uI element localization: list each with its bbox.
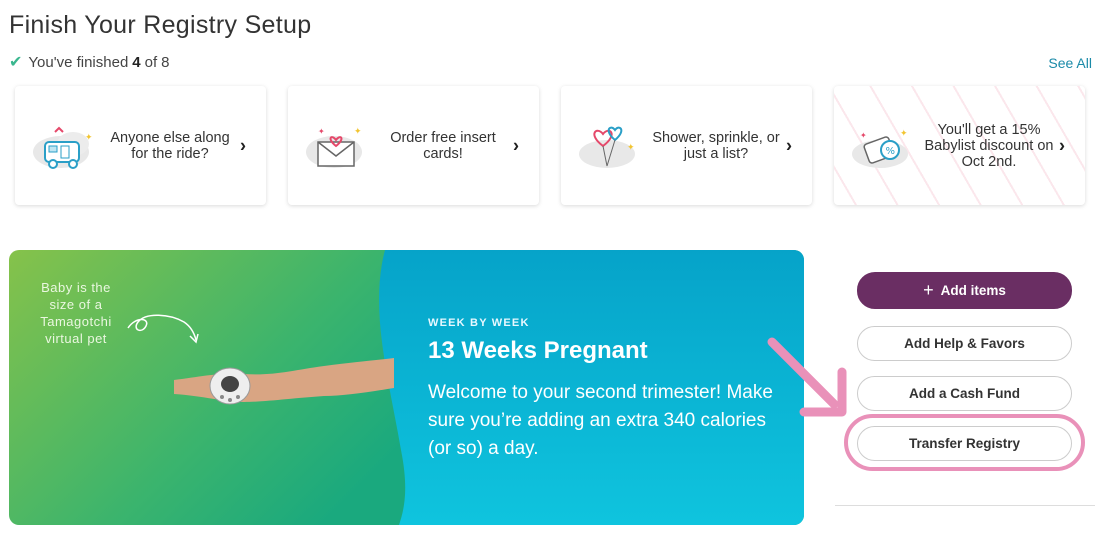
page-title: Finish Your Registry Setup (9, 11, 312, 39)
setup-card-add-collaborator[interactable]: ✦ Anyone else along for the ride? › (15, 86, 266, 205)
card-text: Order free insert cards! (390, 129, 496, 162)
discount-tag-icon: % ✦ ✦ (852, 128, 908, 168)
checkmark-icon: ✔ (9, 54, 23, 71)
progress-done-count: 4 (132, 53, 141, 71)
setup-card-shower-type[interactable]: ✦ Shower, sprinkle, or just a list? › (561, 86, 812, 205)
week-title: 13 Weeks Pregnant (428, 337, 648, 364)
divider (835, 505, 1095, 506)
add-help-favors-button[interactable]: Add Help & Favors (857, 326, 1072, 361)
transfer-highlight-ring (844, 414, 1085, 471)
progress-status: ✔ You've finished 4 of 8 (9, 52, 170, 72)
week-by-week-banner[interactable]: Baby is the size of a Tamagotchi virtual… (9, 250, 804, 525)
chevron-right-icon: › (1059, 135, 1065, 155)
card-text: You'll get a 15% Babylist discount on Oc… (924, 121, 1054, 170)
svg-text:✦: ✦ (318, 127, 325, 136)
hand-holding-tamagotchi-image (174, 358, 394, 405)
svg-text:✦: ✦ (860, 131, 867, 140)
card-text: Shower, sprinkle, or just a list? (652, 129, 780, 162)
add-cash-fund-button[interactable]: Add a Cash Fund (857, 376, 1072, 411)
progress-of: of (144, 53, 158, 71)
balloons-icon: ✦ (579, 126, 635, 168)
progress-prefix: You've finished (28, 53, 129, 71)
week-description: Welcome to your second trimester! Make s… (428, 382, 773, 459)
chevron-right-icon: › (513, 135, 519, 155)
setup-card-insert-cards[interactable]: ✦ ✦ Order free insert cards! › (288, 86, 539, 205)
camper-icon: ✦ (33, 126, 93, 169)
svg-text:✦: ✦ (900, 128, 908, 138)
envelope-heart-icon: ✦ ✦ (306, 126, 362, 168)
baby-size-note: Baby is the size of a Tamagotchi virtual… (40, 280, 112, 346)
svg-text:✦: ✦ (85, 132, 93, 142)
setup-cards: ✦ Anyone else along for the ride? › ✦ ✦ … (15, 86, 1085, 205)
setup-card-discount[interactable]: % ✦ ✦ You'll get a 15% Babylist discount… (834, 86, 1085, 205)
card-text: Anyone else along for the ride? (110, 129, 230, 162)
chevron-right-icon: › (240, 135, 246, 155)
chevron-right-icon: › (786, 135, 792, 155)
see-all-link[interactable]: See All (1048, 55, 1092, 71)
add-items-button[interactable]: + Add items (857, 272, 1072, 309)
svg-text:✦: ✦ (354, 126, 362, 136)
add-items-label: Add items (940, 283, 1006, 298)
plus-icon: + (923, 280, 934, 300)
pink-pointer-arrow (767, 337, 847, 417)
svg-text:✦: ✦ (627, 142, 635, 152)
week-by-week-label: WEEK BY WEEK (428, 317, 530, 329)
svg-text:%: % (886, 146, 896, 157)
curly-arrow-icon (127, 314, 199, 344)
progress-total-count: 8 (161, 53, 170, 71)
